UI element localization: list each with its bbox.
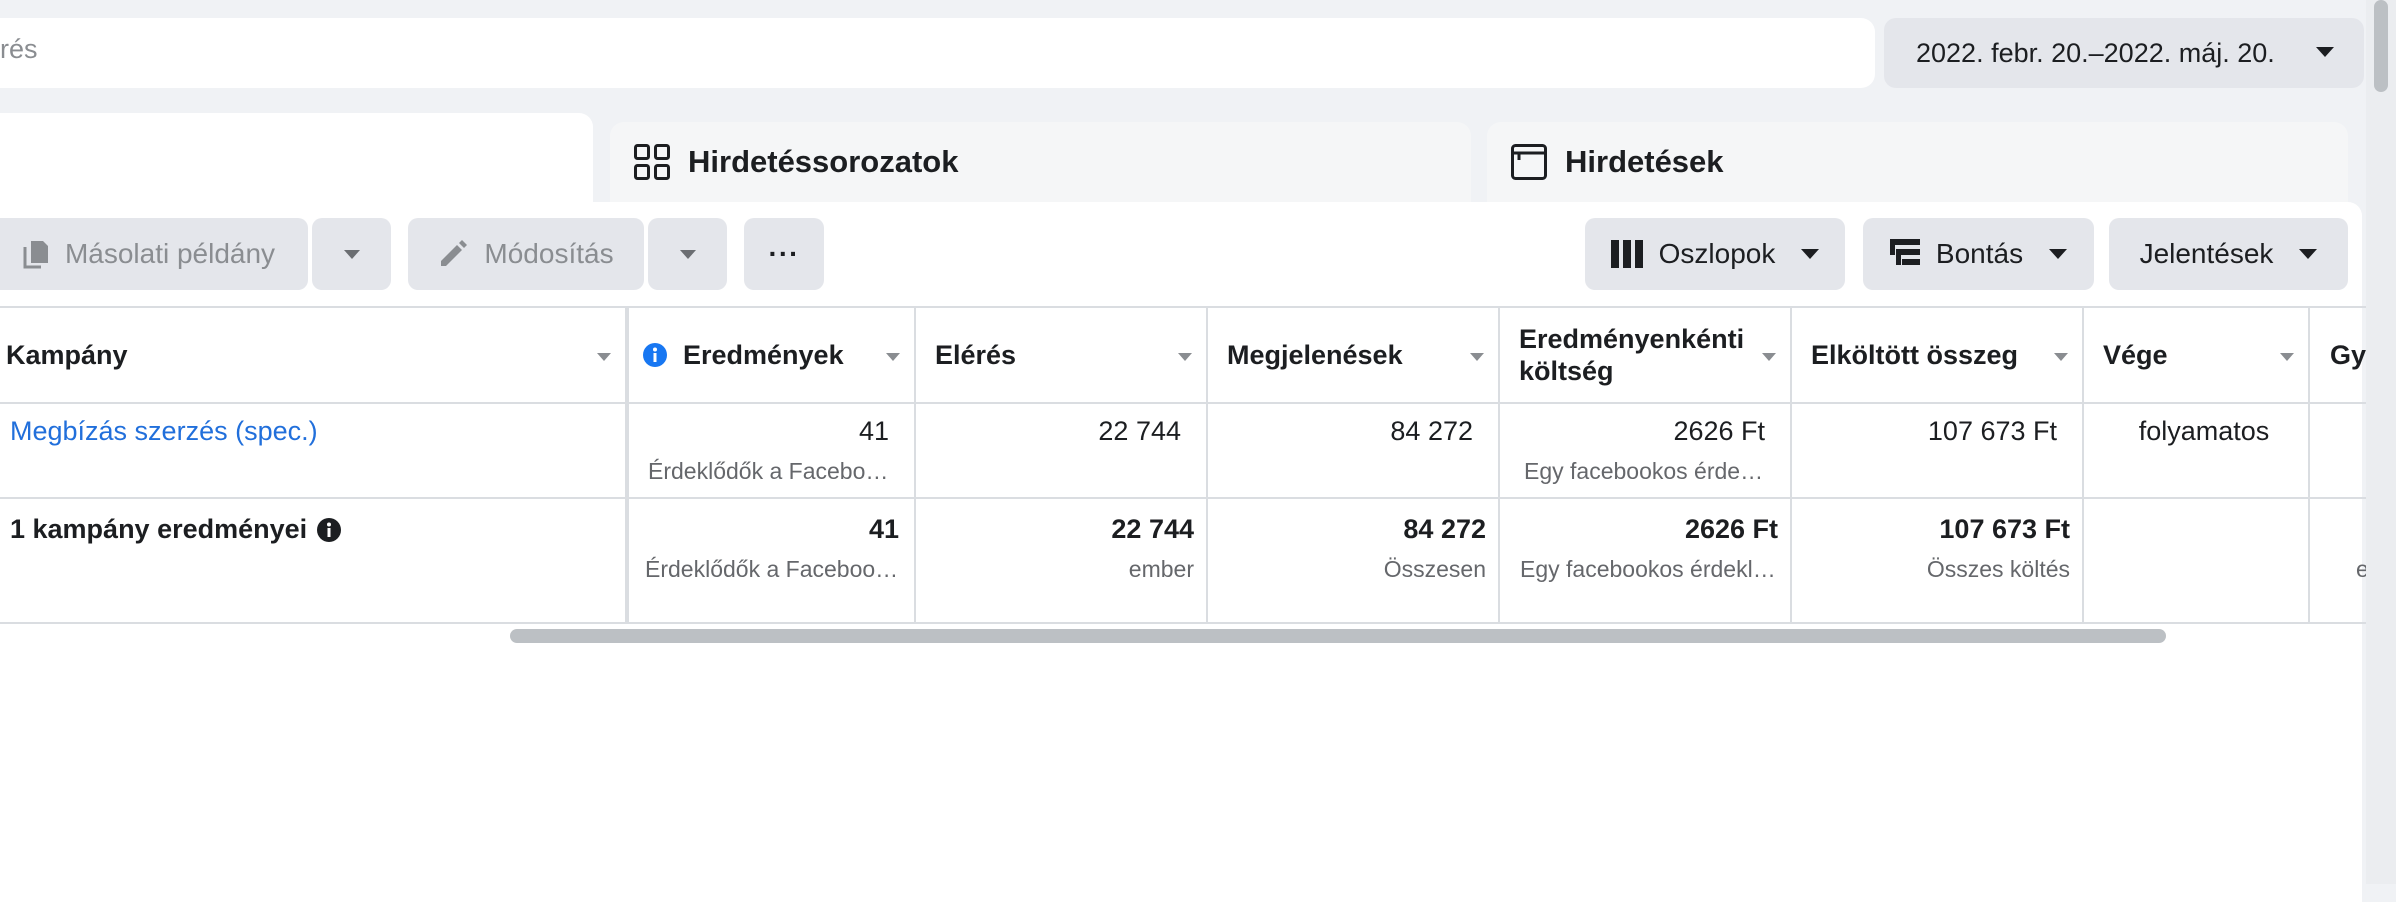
column-header-cost-per-result[interactable]: Eredményenkénti költség — [1519, 306, 1790, 404]
sort-caret-icon — [1178, 353, 1192, 361]
reports-button[interactable]: Jelentések — [2109, 218, 2348, 290]
column-header-campaign-label: Kampány — [6, 340, 128, 370]
sort-caret-icon — [2054, 353, 2068, 361]
horizontal-scrollbar[interactable] — [510, 629, 2166, 643]
page-scrollbar-track[interactable] — [2366, 0, 2396, 884]
pencil-icon — [438, 239, 468, 269]
chevron-down-icon — [2049, 249, 2068, 259]
column-divider — [1498, 306, 1500, 624]
summary-truncated-sub: e — [2356, 556, 2366, 583]
tab-ads[interactable]: Hirdetések — [1487, 122, 2348, 202]
column-header-cost-line1: Eredményenkénti — [1519, 324, 1745, 354]
summary-label: 1 kampány eredményei — [10, 514, 308, 544]
chevron-down-icon — [343, 249, 360, 259]
column-header-truncated[interactable]: Gy — [2330, 306, 2366, 404]
duplicate-button[interactable]: Másolati példány — [0, 218, 308, 290]
more-options-button[interactable]: ··· — [744, 218, 824, 290]
edit-label: Módosítás — [484, 238, 614, 269]
column-header-amount-spent-label: Elköltött összeg — [1811, 340, 2019, 370]
breakdown-label: Bontás — [1935, 238, 2024, 269]
edit-dropdown-button[interactable] — [648, 218, 727, 290]
chevron-down-icon — [1801, 249, 1820, 259]
summary-impressions-sub: Összesen — [1383, 556, 1486, 582]
duplicate-label: Másolati példány — [64, 238, 276, 269]
frozen-column-divider — [625, 306, 629, 624]
column-header-cost-line2: költség — [1519, 356, 1614, 386]
summary-results-sub: Érdeklődők a Faceboo… — [645, 556, 899, 582]
info-icon[interactable] — [643, 343, 667, 367]
column-header-impressions[interactable]: Megjelenések — [1227, 306, 1498, 404]
page-scrollbar-thumb[interactable] — [2374, 0, 2388, 92]
tab-ad-sets[interactable]: Hirdetéssorozatok — [610, 122, 1471, 202]
date-range-label: 2022. febr. 20.–2022. máj. 20. — [1916, 37, 2275, 68]
info-icon[interactable] — [317, 517, 342, 542]
column-header-results[interactable]: Eredmények — [643, 306, 914, 404]
row-divider — [0, 497, 2366, 499]
search-input-text[interactable]: rés — [0, 34, 38, 65]
column-header-end[interactable]: Vége — [2103, 306, 2308, 404]
sort-caret-icon — [2280, 353, 2294, 361]
tab-ad-sets-label: Hirdetéssorozatok — [688, 144, 959, 179]
duplicate-dropdown-button[interactable] — [312, 218, 391, 290]
summary-amount-spent: 107 673 Ft — [1939, 514, 2070, 544]
column-header-reach-label: Elérés — [935, 340, 1017, 370]
chevron-down-icon — [2316, 47, 2334, 57]
copy-icon — [23, 239, 49, 269]
table-bottom-border — [0, 622, 2366, 624]
column-divider — [1790, 306, 1792, 624]
column-header-impressions-label: Megjelenések — [1227, 340, 1403, 370]
row-impressions: 84 272 — [1390, 416, 1473, 446]
campaign-name-link[interactable]: Megbízás szerzés (spec.) — [10, 416, 318, 447]
summary-reach: 22 744 — [1111, 514, 1194, 544]
chevron-down-icon — [2299, 249, 2318, 259]
row-cost-per-result-sub: Egy facebookos érde… — [1524, 458, 1764, 484]
breakdown-icon — [1889, 239, 1920, 269]
chevron-down-icon — [679, 249, 696, 259]
summary-impressions: 84 272 — [1403, 514, 1486, 544]
date-range-selector[interactable]: 2022. febr. 20.–2022. máj. 20. — [1884, 18, 2364, 88]
column-divider — [914, 306, 916, 624]
sort-caret-icon — [597, 353, 611, 361]
row-reach: 22 744 — [1098, 416, 1181, 446]
column-header-truncated-label: Gy — [2330, 340, 2366, 370]
summary-amount-spent-sub: Összes költés — [1926, 556, 2070, 582]
column-header-amount-spent[interactable]: Elköltött összeg — [1811, 306, 2082, 404]
columns-icon — [1610, 240, 1643, 268]
column-header-reach[interactable]: Elérés — [935, 306, 1206, 404]
sort-caret-icon — [886, 353, 900, 361]
column-header-results-label: Eredmények — [683, 340, 844, 370]
row-results-sub: Érdeklődők a Facebo… — [648, 458, 889, 484]
column-divider — [1206, 306, 1208, 624]
summary-cost-per-result-sub: Egy facebookos érdekl… — [1520, 556, 1776, 582]
column-divider — [2082, 306, 2084, 624]
breakdown-button[interactable]: Bontás — [1863, 218, 2094, 290]
columns-label: Oszlopok — [1658, 238, 1776, 269]
search-bar[interactable] — [0, 18, 1875, 88]
column-header-campaign[interactable]: Kampány — [6, 306, 625, 404]
row-cost-per-result: 2626 Ft — [1673, 416, 1765, 446]
summary-cost-per-result: 2626 Ft — [1684, 514, 1778, 544]
column-divider — [2308, 306, 2310, 624]
summary-reach-sub: ember — [1128, 556, 1194, 582]
row-end: folyamatos — [2138, 416, 2270, 446]
columns-button[interactable]: Oszlopok — [1585, 218, 1845, 290]
reports-label: Jelentések — [2139, 238, 2274, 269]
column-header-end-label: Vége — [2103, 340, 2168, 370]
grid-icon — [634, 144, 670, 180]
ad-window-icon — [1511, 144, 1547, 180]
row-amount-spent: 107 673 Ft — [1927, 416, 2057, 446]
column-header-cost-per-result-label: Eredményenkénti költség — [1519, 323, 1744, 387]
tab-ads-label: Hirdetések — [1565, 144, 1724, 179]
summary-label-row: 1 kampány eredményei — [10, 514, 342, 545]
edit-button[interactable]: Módosítás — [408, 218, 644, 290]
row-results: 41 — [858, 416, 889, 446]
more-icon: ··· — [768, 238, 800, 269]
summary-results: 41 — [868, 514, 899, 544]
sort-caret-icon — [1762, 353, 1776, 361]
sort-caret-icon — [1470, 353, 1484, 361]
